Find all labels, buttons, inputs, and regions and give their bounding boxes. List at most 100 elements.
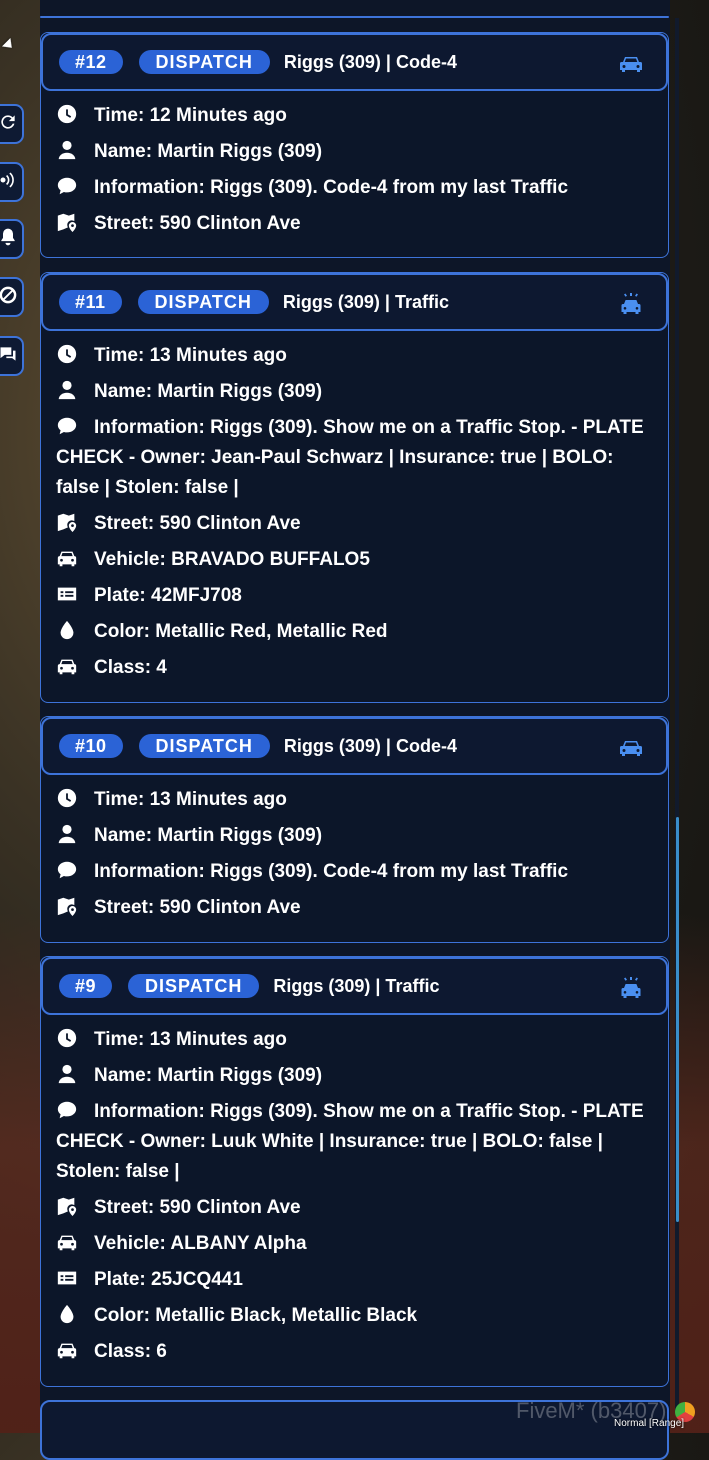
- voice-mode-label: Normal [Range]: [614, 1418, 685, 1429]
- dispatch-card[interactable]: #9 DISPATCH Riggs (309) | Traffic Time: …: [40, 956, 669, 1387]
- clock-icon: [56, 103, 78, 125]
- row-text: Time: 13 Minutes ago: [94, 1029, 287, 1050]
- car-icon: [618, 737, 644, 759]
- plate-icon: [56, 1267, 78, 1289]
- car-icon: [56, 1339, 78, 1361]
- row-text: Plate: 25JCQ441: [94, 1269, 243, 1290]
- information-row: Information: Riggs (309). Code-4 from my…: [56, 857, 653, 887]
- plate-row: Plate: 25JCQ441: [56, 1265, 653, 1295]
- message-icon: [56, 859, 78, 881]
- call-id-badge: #10: [59, 734, 123, 758]
- row-text: Information: Riggs (309). Code-4 from my…: [94, 861, 569, 882]
- car-icon: [56, 1231, 78, 1253]
- street-row: Street: 590 Clinton Ave: [56, 1193, 653, 1223]
- block-icon: [0, 285, 18, 310]
- car-icon: [618, 53, 644, 75]
- droplet-icon: [56, 1303, 78, 1325]
- previous-card-edge: [40, 16, 669, 18]
- notifications-button[interactable]: [0, 219, 24, 259]
- row-text: Street: 590 Clinton Ave: [94, 1197, 301, 1218]
- card-header[interactable]: #10 DISPATCH Riggs (309) | Code-4: [41, 717, 668, 775]
- name-row: Name: Martin Riggs (309): [56, 377, 653, 407]
- vehicle-row: Vehicle: BRAVADO BUFFALO5: [56, 545, 653, 575]
- row-text: Street: 590 Clinton Ave: [94, 897, 301, 918]
- police-car-icon: [618, 977, 644, 999]
- call-title: Riggs (309) | Code-4: [283, 51, 457, 72]
- name-row: Name: Martin Riggs (309): [56, 1061, 653, 1091]
- call-id-badge: #11: [59, 290, 122, 314]
- call-type-badge: DISPATCH: [128, 974, 260, 998]
- clock-icon: [56, 343, 78, 365]
- row-text: Time: 12 Minutes ago: [94, 105, 287, 126]
- user-icon: [56, 379, 78, 401]
- clock-icon: [56, 1027, 78, 1049]
- refresh-icon: [0, 112, 18, 137]
- card-header[interactable]: #12 DISPATCH Riggs (309) | Code-4: [41, 33, 668, 91]
- row-text: Information: Riggs (309). Code-4 from my…: [94, 177, 569, 198]
- plate-row: Plate: 42MFJ708: [56, 581, 653, 611]
- message-icon: [56, 175, 78, 197]
- map-icon: [56, 211, 78, 233]
- map-icon: [56, 1195, 78, 1217]
- chat-button[interactable]: [0, 336, 24, 376]
- clock-icon: [56, 787, 78, 809]
- droplet-icon: [56, 619, 78, 641]
- row-text: Name: Martin Riggs (309): [94, 381, 323, 402]
- card-header[interactable]: #11 DISPATCH Riggs (309) | Traffic: [41, 273, 668, 331]
- car-icon: [56, 655, 78, 677]
- message-icon: [56, 1099, 78, 1121]
- call-title: Riggs (309) | Code-4: [283, 735, 457, 756]
- street-row: Street: 590 Clinton Ave: [56, 509, 653, 539]
- time-row: Time: 12 Minutes ago: [56, 101, 653, 131]
- row-text: Time: 13 Minutes ago: [94, 345, 287, 366]
- time-row: Time: 13 Minutes ago: [56, 341, 653, 371]
- vehicle-row: Vehicle: ALBANY Alpha: [56, 1229, 653, 1259]
- police-car-icon: [618, 293, 644, 315]
- user-icon: [56, 139, 78, 161]
- dispatch-card[interactable]: #10 DISPATCH Riggs (309) | Code-4 Time: …: [40, 716, 669, 943]
- class-row: Class: 6: [56, 1337, 653, 1367]
- row-text: Name: Martin Riggs (309): [94, 825, 323, 846]
- user-icon: [56, 823, 78, 845]
- refresh-button[interactable]: [0, 104, 24, 144]
- map-icon: [56, 895, 78, 917]
- row-text: Information: Riggs (309). Show me on a T…: [56, 1101, 644, 1182]
- row-text: Color: Metallic Black, Metallic Black: [94, 1305, 418, 1326]
- card-header[interactable]: #9 DISPATCH Riggs (309) | Traffic: [41, 957, 668, 1015]
- row-text: Class: 4: [94, 657, 167, 678]
- row-text: Class: 6: [94, 1341, 167, 1362]
- broadcast-button[interactable]: [0, 162, 24, 202]
- broadcast-icon: [0, 170, 18, 195]
- user-icon: [56, 1063, 78, 1085]
- row-text: Street: 590 Clinton Ave: [94, 513, 301, 534]
- street-row: Street: 590 Clinton Ave: [56, 893, 653, 923]
- dispatch-card[interactable]: #11 DISPATCH Riggs (309) | Traffic Time:…: [40, 272, 669, 703]
- class-row: Class: 4: [56, 653, 653, 683]
- bell-icon: [0, 227, 18, 252]
- call-type-badge: DISPATCH: [137, 290, 269, 314]
- information-row: Information: Riggs (309). Code-4 from my…: [56, 173, 653, 203]
- row-text: Information: Riggs (309). Show me on a T…: [56, 417, 644, 498]
- time-row: Time: 13 Minutes ago: [56, 785, 653, 815]
- scrollbar-thumb[interactable]: [676, 817, 679, 1222]
- row-text: Street: 590 Clinton Ave: [94, 213, 301, 234]
- information-row: Information: Riggs (309). Show me on a T…: [56, 413, 653, 503]
- dispatch-card[interactable]: #12 DISPATCH Riggs (309) | Code-4 Time: …: [40, 32, 669, 258]
- call-type-badge: DISPATCH: [138, 734, 270, 758]
- row-text: Color: Metallic Red, Metallic Red: [94, 621, 388, 642]
- color-row: Color: Metallic Red, Metallic Red: [56, 617, 653, 647]
- color-row: Color: Metallic Black, Metallic Black: [56, 1301, 653, 1331]
- row-text: Name: Martin Riggs (309): [94, 141, 323, 162]
- mouse-cursor-icon: [1, 37, 17, 53]
- row-text: Plate: 42MFJ708: [94, 585, 242, 606]
- block-button[interactable]: [0, 277, 24, 317]
- call-id-badge: #12: [59, 50, 123, 74]
- call-type-badge: DISPATCH: [138, 50, 270, 74]
- row-text: Time: 13 Minutes ago: [94, 789, 287, 810]
- call-id-badge: #9: [59, 974, 113, 998]
- chat-icon: [0, 344, 18, 369]
- plate-icon: [56, 583, 78, 605]
- information-row: Information: Riggs (309). Show me on a T…: [56, 1097, 653, 1187]
- message-icon: [56, 415, 78, 437]
- name-row: Name: Martin Riggs (309): [56, 137, 653, 167]
